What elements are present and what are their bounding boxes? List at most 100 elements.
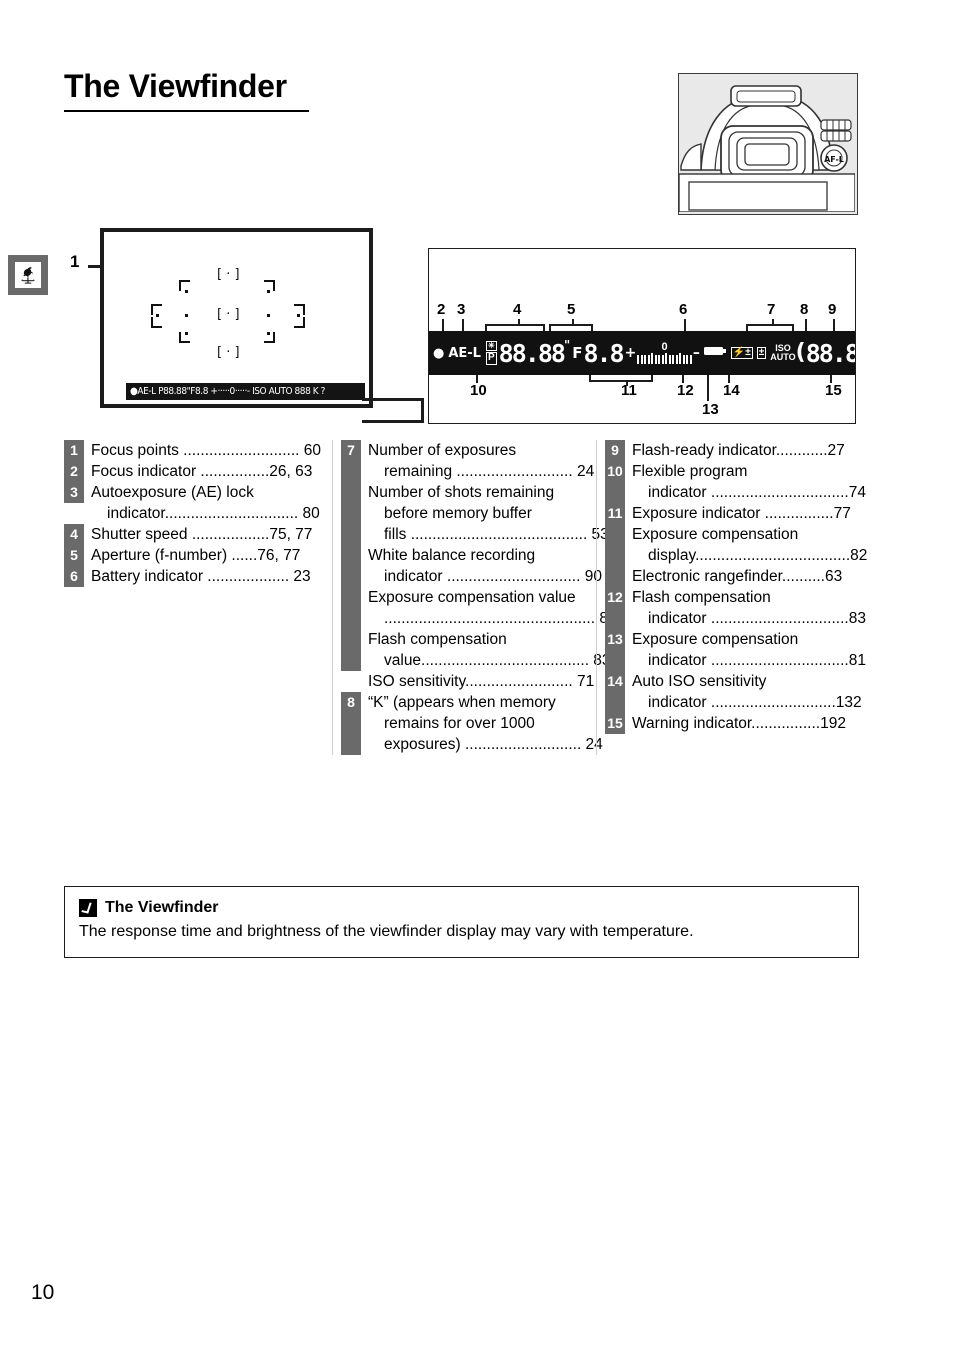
legend-item-3: 3 Autoexposure (AE) lock indicator......… [64, 482, 322, 524]
page-number: 10 [31, 1281, 55, 1304]
frame-count-digits: 88.8 [805, 338, 855, 368]
legend-item-15: 15 Warning indicator................192 [605, 713, 864, 734]
callout-15-leader [830, 375, 832, 383]
focus-point-center: [ · ] [217, 307, 240, 322]
callout-10-label: 10 [470, 382, 487, 399]
legend-badge-14: 14 [605, 671, 625, 713]
legend-text-4: Shutter speed ..................75, 77 [91, 526, 313, 543]
callout-14-label: 14 [723, 382, 740, 399]
legend-item-12: 12 Flash compensation indicator ........… [605, 587, 866, 629]
callout-6-label: 6 [679, 301, 688, 318]
legend-text-13: Exposure compensation indicator ........… [632, 631, 866, 669]
legend-item-13: 13 Exposure compensation indicator .....… [605, 629, 866, 671]
legend-text-3: Autoexposure (AE) lock indicator........… [91, 484, 320, 522]
minus-sign: – [692, 345, 700, 361]
legend-item-2: 2 Focus indicator ................26, 63 [64, 461, 322, 482]
legend-item-1: 1 Focus points .........................… [64, 440, 322, 461]
callout-4-span [485, 324, 545, 331]
ae-lock-label: AE-L [448, 345, 481, 361]
viewfinder-strip-text: ●AE-L P88.88"F8.8 +·····0·····- ISO AUTO… [130, 386, 325, 397]
callout-11-leader [626, 382, 628, 386]
focus-point-dot-ur [267, 290, 270, 293]
focus-point-dot-ul [185, 290, 188, 293]
connector-top-line [362, 398, 424, 401]
callout-8-leader [805, 319, 807, 331]
callout-7-span [746, 324, 794, 331]
legend-badge-12: 12 [605, 587, 625, 629]
exposure-compensation-icon: ± [756, 346, 767, 360]
connector-bottom-line [362, 420, 424, 423]
auto-label: AUTO [770, 352, 796, 362]
aperture-digits: 8.8 [583, 338, 624, 368]
legend-badge-13: 13 [605, 629, 625, 671]
legend-item-7: 7 Number of exposures remaining ........… [341, 440, 617, 692]
legend-badge-1: 1 [64, 440, 84, 461]
legend-item-9: 9 Flash-ready indicator............27 [605, 440, 864, 461]
callout-15-label: 15 [825, 382, 842, 399]
legend-badge-9: 9 [605, 440, 625, 461]
flexible-program-indicator: ✳ P [485, 341, 497, 365]
viewfinder-status-strip: ●AE-L P88.88"F8.8 +·····0·····- ISO AUTO… [126, 383, 365, 400]
legend-badge-7: 7 [341, 440, 361, 671]
callout-11-label: 11 [621, 382, 637, 399]
legend-text-2: Focus indicator ................26, 63 [91, 463, 313, 480]
callout-5-span [549, 324, 593, 331]
seconds-mark: " [563, 338, 571, 352]
svg-text:AF-L: AF-L [824, 155, 844, 164]
focus-point-dot-far-right [297, 314, 300, 317]
callout-4-label: 4 [513, 301, 522, 318]
legend-item-5: 5 Aperture (f-number) ......76, 77 [64, 545, 322, 566]
callout-1-label: 1 [70, 252, 80, 271]
callout-13-leader [707, 375, 709, 401]
callout-3-label: 3 [457, 301, 466, 318]
program-p-label: P [485, 352, 497, 365]
legend-item-8: 8 “K” (appears when memory remains for o… [341, 692, 603, 755]
callout-10-leader [476, 375, 478, 383]
focus-points-group: [ · ] [ · ] [ · ] [104, 232, 369, 404]
battery-icon [703, 344, 727, 362]
legend-item-10: 10 Flexible program indicator ..........… [605, 461, 866, 503]
legend-badge-15: 15 [605, 713, 625, 734]
legend-column-1: 1 Focus points .........................… [64, 440, 332, 755]
focus-point-dot-far-left [156, 314, 159, 317]
legend-text-1: Focus points ...........................… [91, 442, 322, 459]
legend-badge-3: 3 [64, 482, 84, 503]
callout-2-label: 2 [437, 301, 446, 318]
legend-text-9: Flash-ready indicator............27 [632, 442, 845, 459]
legend-column-3: 9 Flash-ready indicator............27 10… [596, 440, 867, 755]
focus-point-dot-lr [267, 332, 270, 335]
note-header: The Viewfinder [79, 899, 844, 917]
callout-7-label: 7 [767, 301, 776, 318]
star-icon: ✳ [485, 341, 497, 352]
legend-badge-2: 2 [64, 461, 84, 482]
focus-point-dot-mid-left [185, 314, 188, 317]
legend-text-8: “K” (appears when memory remains for ove… [368, 694, 603, 753]
callout-11-span [589, 375, 653, 382]
legend-text-5: Aperture (f-number) ......76, 77 [91, 547, 301, 564]
legend-text-15: Warning indicator................192 [632, 715, 846, 732]
page-title: The Viewfinder [64, 68, 287, 104]
exposure-indicator-scale: 0 [637, 342, 692, 364]
viewfinder-frame-illustration: [ · ] [ · ] [ · ] ●AE-L P88.88"F8.8 +···… [100, 228, 373, 408]
note-title: The Viewfinder [105, 899, 219, 916]
callout-4-leader [518, 319, 520, 325]
exposure-scale-zero: 0 [661, 341, 668, 353]
focus-point-dot-ll [185, 332, 188, 335]
legend-text-12: Flash compensation indicator ...........… [632, 589, 866, 627]
camera-eyepiece-illustration: AF-L [678, 73, 858, 215]
frame-count-paren-left: ( [795, 340, 806, 365]
callout-6-leader [684, 319, 686, 331]
legend-text-14: Auto ISO sensitivity indicator .........… [632, 673, 862, 711]
focus-point-top: [ · ] [217, 267, 240, 282]
legend-text-10: Flexible program indicator .............… [632, 463, 866, 501]
figure-connector-bracket [362, 398, 428, 424]
exposure-scale-ticks [637, 353, 692, 364]
callout-8-label: 8 [800, 301, 809, 318]
legend-columns: 1 Focus points .........................… [64, 440, 867, 755]
focus-point-corner-right-bottom [294, 317, 305, 328]
flash-compensation-icon: ⚡± [730, 346, 753, 360]
callout-5-leader [572, 319, 574, 325]
focus-indicator-dot-icon: ● [433, 345, 445, 361]
callout-14-leader [728, 375, 730, 383]
callout-9-leader [833, 319, 835, 331]
